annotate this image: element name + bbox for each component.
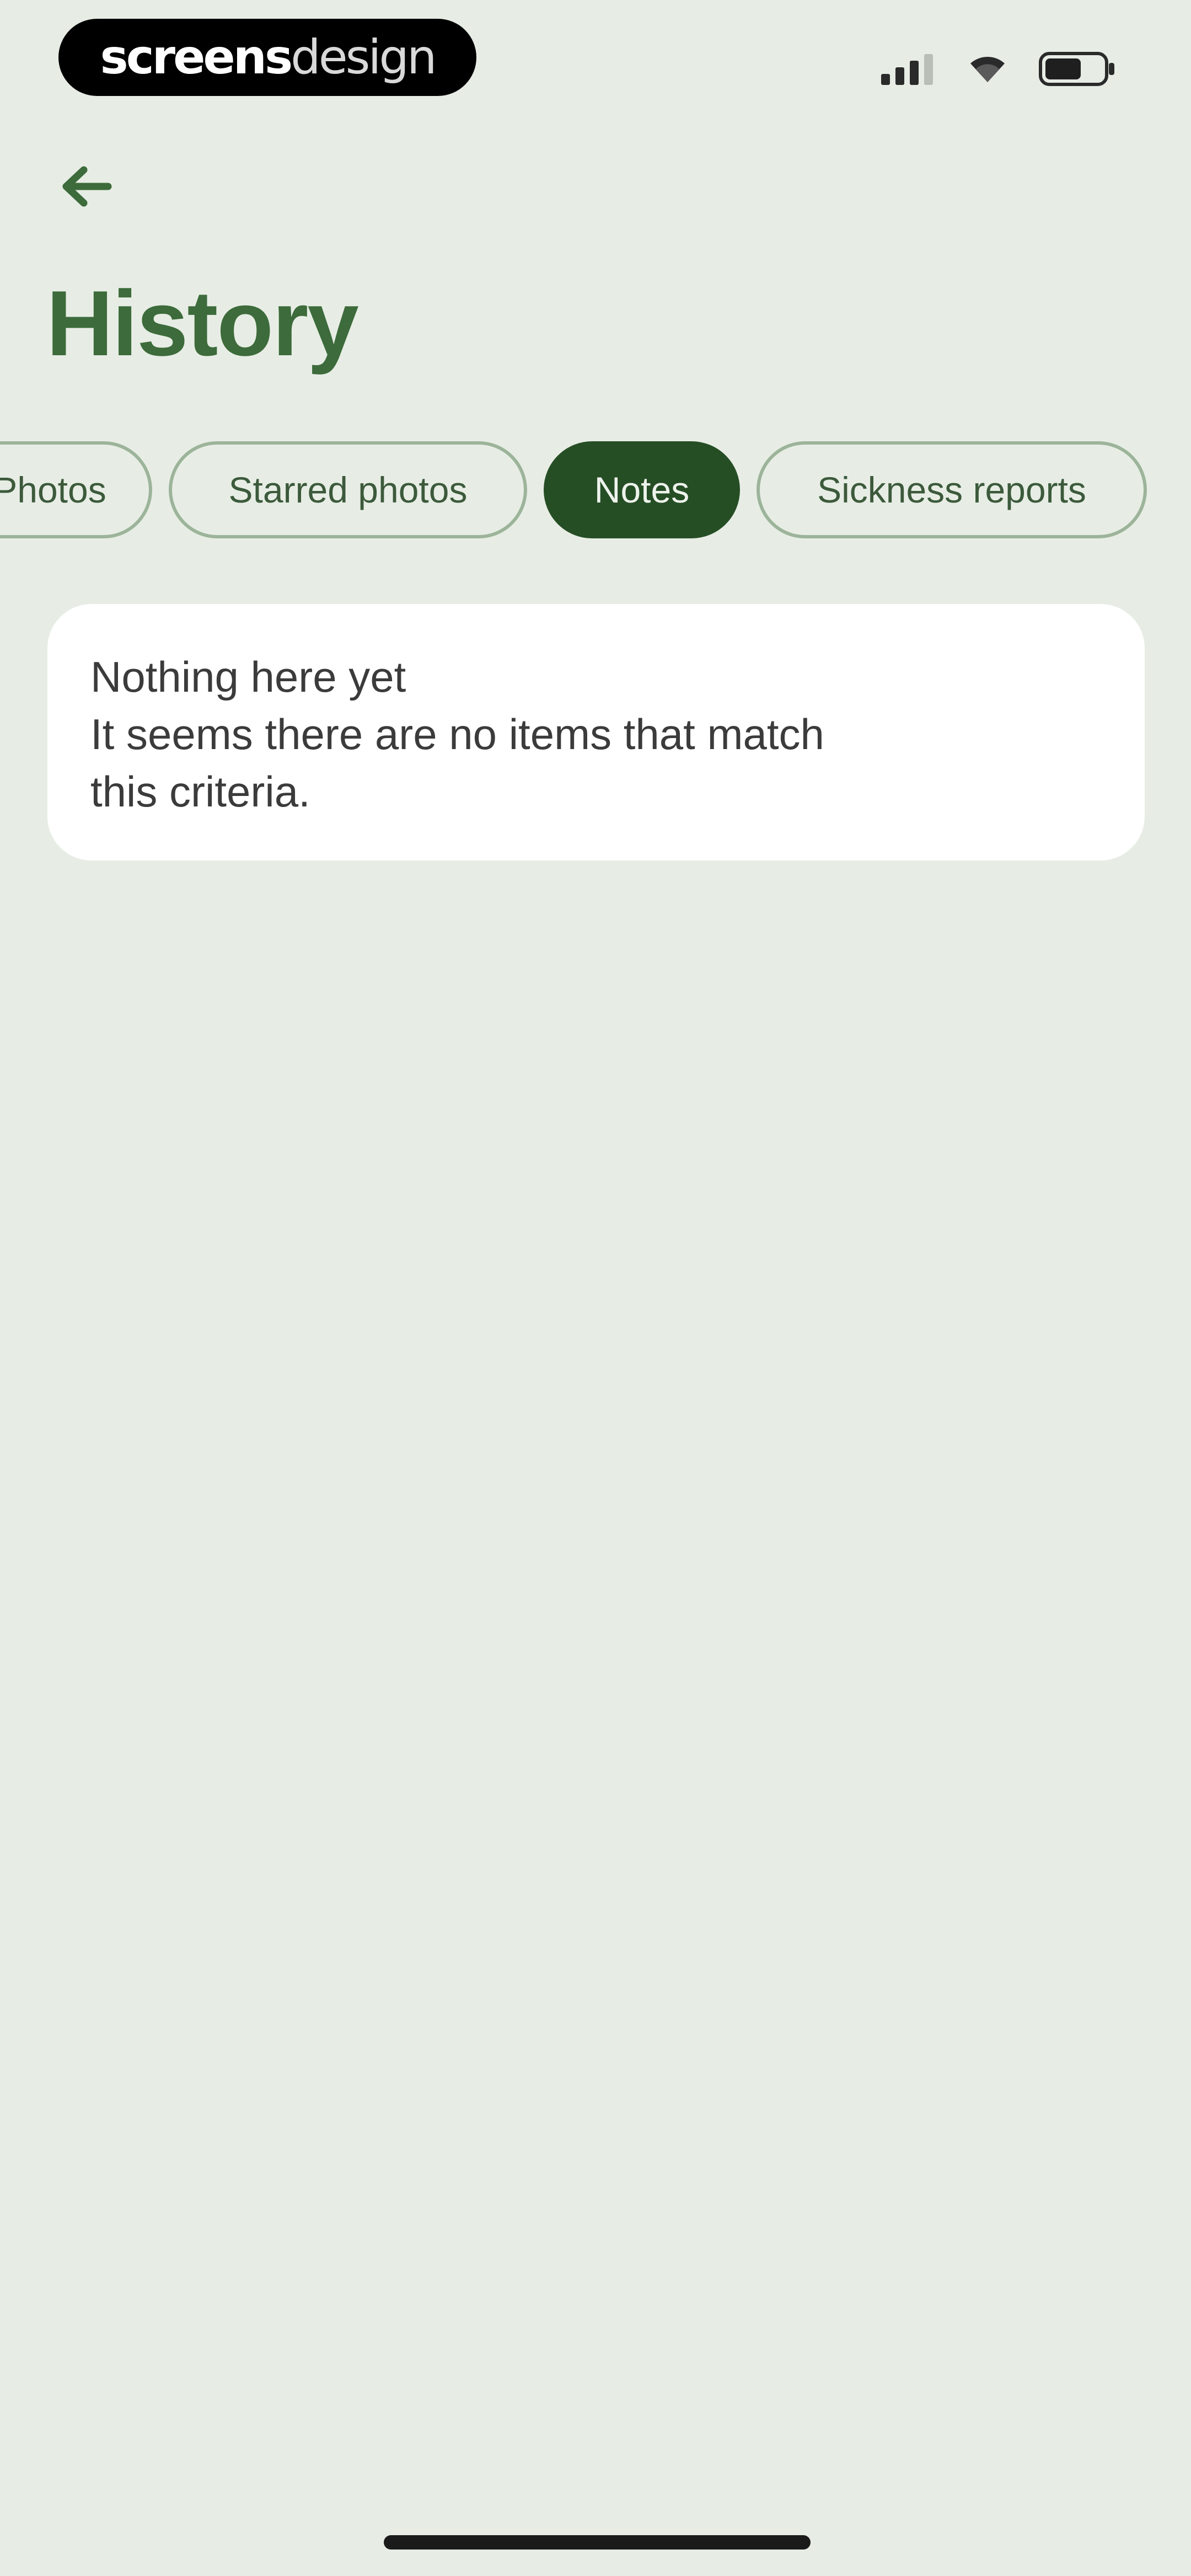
empty-state-card: Nothing here yet It seems there are no i… bbox=[47, 604, 1145, 861]
empty-state-message-line2: this criteria. bbox=[90, 767, 310, 816]
signal-icon bbox=[881, 53, 936, 88]
tab-starred-photos[interactable]: Starred photos bbox=[169, 441, 527, 538]
status-icons bbox=[881, 51, 1116, 89]
empty-state-title: Nothing here yet bbox=[90, 653, 406, 701]
arrow-left-icon bbox=[58, 164, 114, 211]
history-tabs: Photos Starred photos Notes Sickness rep… bbox=[0, 441, 1147, 538]
brand-logo-part1: screens bbox=[100, 30, 293, 85]
tab-photos[interactable]: Photos bbox=[0, 441, 152, 538]
brand-logo: screens design bbox=[58, 19, 476, 96]
back-button[interactable] bbox=[53, 160, 119, 215]
brand-logo-part2: design bbox=[291, 30, 437, 85]
tab-sickness-reports[interactable]: Sickness reports bbox=[757, 441, 1147, 538]
tab-notes[interactable]: Notes bbox=[544, 441, 740, 538]
home-indicator[interactable] bbox=[384, 2535, 811, 2550]
empty-state-message-line1: It seems there are no items that match bbox=[90, 710, 824, 758]
page-title: History bbox=[46, 271, 359, 375]
app-screen: screens design History Photos Starred ph… bbox=[0, 0, 1191, 2576]
battery-icon bbox=[1039, 51, 1116, 89]
wifi-icon bbox=[968, 54, 1007, 87]
